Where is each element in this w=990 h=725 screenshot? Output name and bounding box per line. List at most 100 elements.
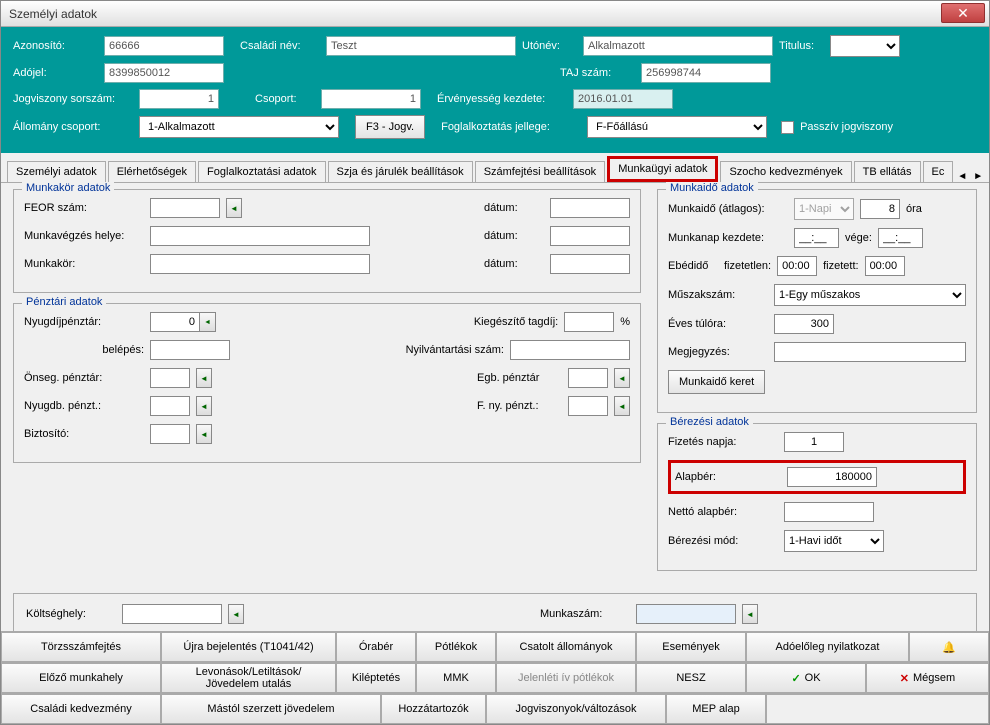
kieg-input[interactable]	[564, 312, 614, 332]
utonev-label: Utónév:	[522, 40, 577, 52]
ebed-label: Ebédidő	[668, 260, 718, 272]
nyugdij-input[interactable]	[150, 312, 200, 332]
egb-input[interactable]	[568, 368, 608, 388]
f3-jogv-button[interactable]: F3 - Jogv.	[355, 115, 425, 139]
adojel-input[interactable]	[104, 63, 224, 83]
kezd-label: Munkanap kezdete:	[668, 232, 788, 244]
bell-button[interactable]: 🔔	[909, 632, 989, 662]
nyilv-label: Nyilvántartási szám:	[406, 344, 504, 356]
keret-button[interactable]: Munkaidő keret	[668, 370, 765, 394]
vege-input[interactable]	[878, 228, 923, 248]
ok-button[interactable]: OK	[746, 663, 866, 693]
munkakor-datum-input[interactable]	[550, 254, 630, 274]
passziv-checkbox[interactable]	[781, 121, 794, 134]
csaladi-button[interactable]: Családi kedvezmény	[1, 694, 161, 724]
muszak-select[interactable]: 1-Egy műszakos	[774, 284, 966, 306]
levonasok-button[interactable]: Levonások/Letiltások/ Jövedelem utalás	[161, 663, 336, 693]
onseg-input[interactable]	[150, 368, 190, 388]
munkakor-input[interactable]	[150, 254, 370, 274]
fizetlen-input[interactable]	[777, 256, 817, 276]
fogl-label: Foglalkoztatás jellege:	[441, 121, 581, 133]
titulus-select[interactable]	[830, 35, 900, 57]
penztar-legend: Pénztári adatok	[22, 296, 106, 308]
azonosito-input[interactable]	[104, 36, 224, 56]
mep-button[interactable]: MEP alap	[666, 694, 766, 724]
alapber-input[interactable]	[787, 467, 877, 487]
bizt-input[interactable]	[150, 424, 190, 444]
tab-munkaugyi[interactable]: Munkaügyi adatok	[607, 156, 718, 182]
feor-datum-input[interactable]	[550, 198, 630, 218]
csaladinev-input[interactable]	[326, 36, 516, 56]
nyugdb-label: Nyugdb. pénzt.:	[24, 400, 144, 412]
utonev-input[interactable]	[583, 36, 773, 56]
adoeloleg-button[interactable]: Adóelőleg nyilatkozat	[746, 632, 909, 662]
netto-label: Nettó alapbér:	[668, 506, 778, 518]
csatolt-button[interactable]: Csatolt állományok	[496, 632, 636, 662]
mastol-button[interactable]: Mástól szerzett jövedelem	[161, 694, 381, 724]
fizetett-input[interactable]	[865, 256, 905, 276]
close-button[interactable]: ✕	[941, 3, 985, 23]
torzs-button[interactable]: Törzsszámfejtés	[1, 632, 161, 662]
onseg-picker[interactable]: ◄	[196, 368, 212, 388]
tab-szemelyi[interactable]: Személyi adatok	[7, 161, 106, 182]
munkakor-legend: Munkakör adatok	[22, 182, 114, 194]
megj-label: Megjegyzés:	[668, 346, 768, 358]
esemenyek-button[interactable]: Események	[636, 632, 746, 662]
fogl-select[interactable]: F-Főállású	[587, 116, 767, 138]
allomany-select[interactable]: 1-Alkalmazott	[139, 116, 339, 138]
ujra-button[interactable]: Újra bejelentés (T1041/42)	[161, 632, 336, 662]
tab-scroll[interactable]: ◄►	[955, 171, 985, 182]
nyugdb-picker[interactable]: ◄	[196, 396, 212, 416]
kileptetes-button[interactable]: Kiléptetés	[336, 663, 416, 693]
fny-input[interactable]	[568, 396, 608, 416]
nyugdb-input[interactable]	[150, 396, 190, 416]
jelenleti-button: Jelenléti ív pótlékok	[496, 663, 636, 693]
munkaszam-input[interactable]	[636, 604, 736, 624]
koltseghely-input[interactable]	[122, 604, 222, 624]
munkaszam-picker[interactable]: ◄	[742, 604, 758, 624]
jogvvalt-button[interactable]: Jogviszonyok/változások	[486, 694, 666, 724]
nyilv-input[interactable]	[510, 340, 630, 360]
munkakor-label: Munkakör:	[24, 258, 144, 270]
munkakor-fieldset: Munkakör adatok FEOR szám: ◄ dátum: Munk…	[13, 189, 641, 293]
jogv-input[interactable]	[139, 89, 219, 109]
tab-eg[interactable]: Ec	[923, 161, 954, 182]
megj-input[interactable]	[774, 342, 966, 362]
oraber-button[interactable]: Órabér	[336, 632, 416, 662]
egb-picker[interactable]: ◄	[614, 368, 630, 388]
potlekok-button[interactable]: Pótlékok	[416, 632, 496, 662]
tab-szamfejtesi[interactable]: Számfejtési beállítások	[475, 161, 606, 182]
allomany-label: Állomány csoport:	[13, 121, 133, 133]
tab-foglalkoztatasi[interactable]: Foglalkoztatási adatok	[198, 161, 325, 182]
feor-input[interactable]	[150, 198, 220, 218]
helye-input[interactable]	[150, 226, 370, 246]
nesz-button[interactable]: NESZ	[636, 663, 746, 693]
koltseghely-picker[interactable]: ◄	[228, 604, 244, 624]
berezesi-fieldset: Bérezési adatok Fizetés napja: Alapbér: …	[657, 423, 977, 571]
tab-tb[interactable]: TB ellátás	[854, 161, 921, 182]
fiznap-input[interactable]	[784, 432, 844, 452]
belepes-input[interactable]	[150, 340, 230, 360]
tab-elerhetoseg[interactable]: Elérhetőségek	[108, 161, 196, 182]
fny-picker[interactable]: ◄	[614, 396, 630, 416]
mmk-button[interactable]: MMK	[416, 663, 496, 693]
nyugdij-picker[interactable]: ◄	[200, 312, 216, 332]
netto-input[interactable]	[784, 502, 874, 522]
kezd-input[interactable]	[794, 228, 839, 248]
feor-picker[interactable]: ◄	[226, 198, 242, 218]
bizt-picker[interactable]: ◄	[196, 424, 212, 444]
tulora-input[interactable]	[774, 314, 834, 334]
hozzatartozok-button[interactable]: Hozzátartozók	[381, 694, 486, 724]
tab-szja[interactable]: Szja és járulék beállítások	[328, 161, 473, 182]
taj-input[interactable]	[641, 63, 771, 83]
tab-szocho[interactable]: Szocho kedvezmények	[720, 161, 851, 182]
mod-select[interactable]: 1-Havi időt	[784, 530, 884, 552]
elozo-button[interactable]: Előző munkahely	[1, 663, 161, 693]
atlag-input[interactable]	[860, 199, 900, 219]
megsem-button[interactable]: Mégsem	[866, 663, 989, 693]
penztar-fieldset: Pénztári adatok Nyugdíjpénztár: ◄ Kiegés…	[13, 303, 641, 463]
azonosito-label: Azonosító:	[13, 40, 98, 52]
helye-datum-input[interactable]	[550, 226, 630, 246]
bell-icon: 🔔	[942, 641, 956, 654]
csoport-input[interactable]	[321, 89, 421, 109]
